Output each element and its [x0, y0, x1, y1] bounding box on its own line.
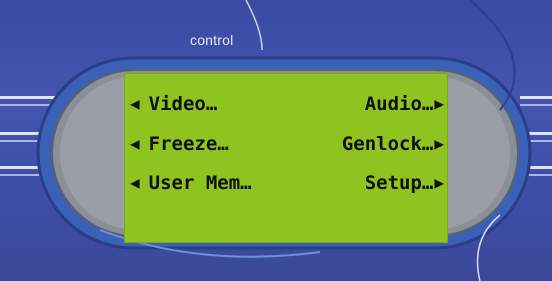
setup-menu-button[interactable]: Setup…▶	[365, 163, 444, 203]
menu-label: Genlock…	[341, 133, 434, 155]
user-mem-menu-button[interactable]: ◀ User Mem…	[130, 163, 252, 203]
control-panel: control ◀ Video… Audio…▶ ◀ Freeze… Genlock…	[0, 0, 552, 281]
menu-row: ◀ Video… Audio…▶	[124, 84, 448, 124]
left-arrow-icon: ◀	[130, 134, 140, 153]
left-arrow-icon: ◀	[130, 94, 140, 113]
panel-label: control	[190, 32, 234, 48]
menu-label: Video…	[148, 93, 218, 115]
menu-label: Freeze…	[148, 133, 229, 155]
menu-row: ◀ Freeze… Genlock…▶	[124, 124, 448, 164]
right-arrow-icon: ▶	[434, 134, 444, 153]
menu-label: User Mem…	[148, 172, 252, 194]
right-arrow-icon: ▶	[434, 173, 444, 192]
menu-label: Audio…	[364, 93, 434, 115]
left-arrow-icon: ◀	[130, 173, 140, 192]
freeze-menu-button[interactable]: ◀ Freeze…	[130, 124, 229, 164]
menu-label: Setup…	[364, 172, 434, 194]
lcd-display: ◀ Video… Audio…▶ ◀ Freeze… Genlock…▶ ◀ User…	[124, 73, 448, 243]
top-swoosh-line	[245, 0, 263, 51]
right-arrow-icon: ▶	[434, 94, 444, 113]
menu-row: ◀ User Mem… Setup…▶	[124, 163, 448, 203]
genlock-menu-button[interactable]: Genlock…▶	[342, 124, 444, 164]
audio-menu-button[interactable]: Audio…▶	[365, 84, 444, 124]
video-menu-button[interactable]: ◀ Video…	[130, 84, 217, 124]
